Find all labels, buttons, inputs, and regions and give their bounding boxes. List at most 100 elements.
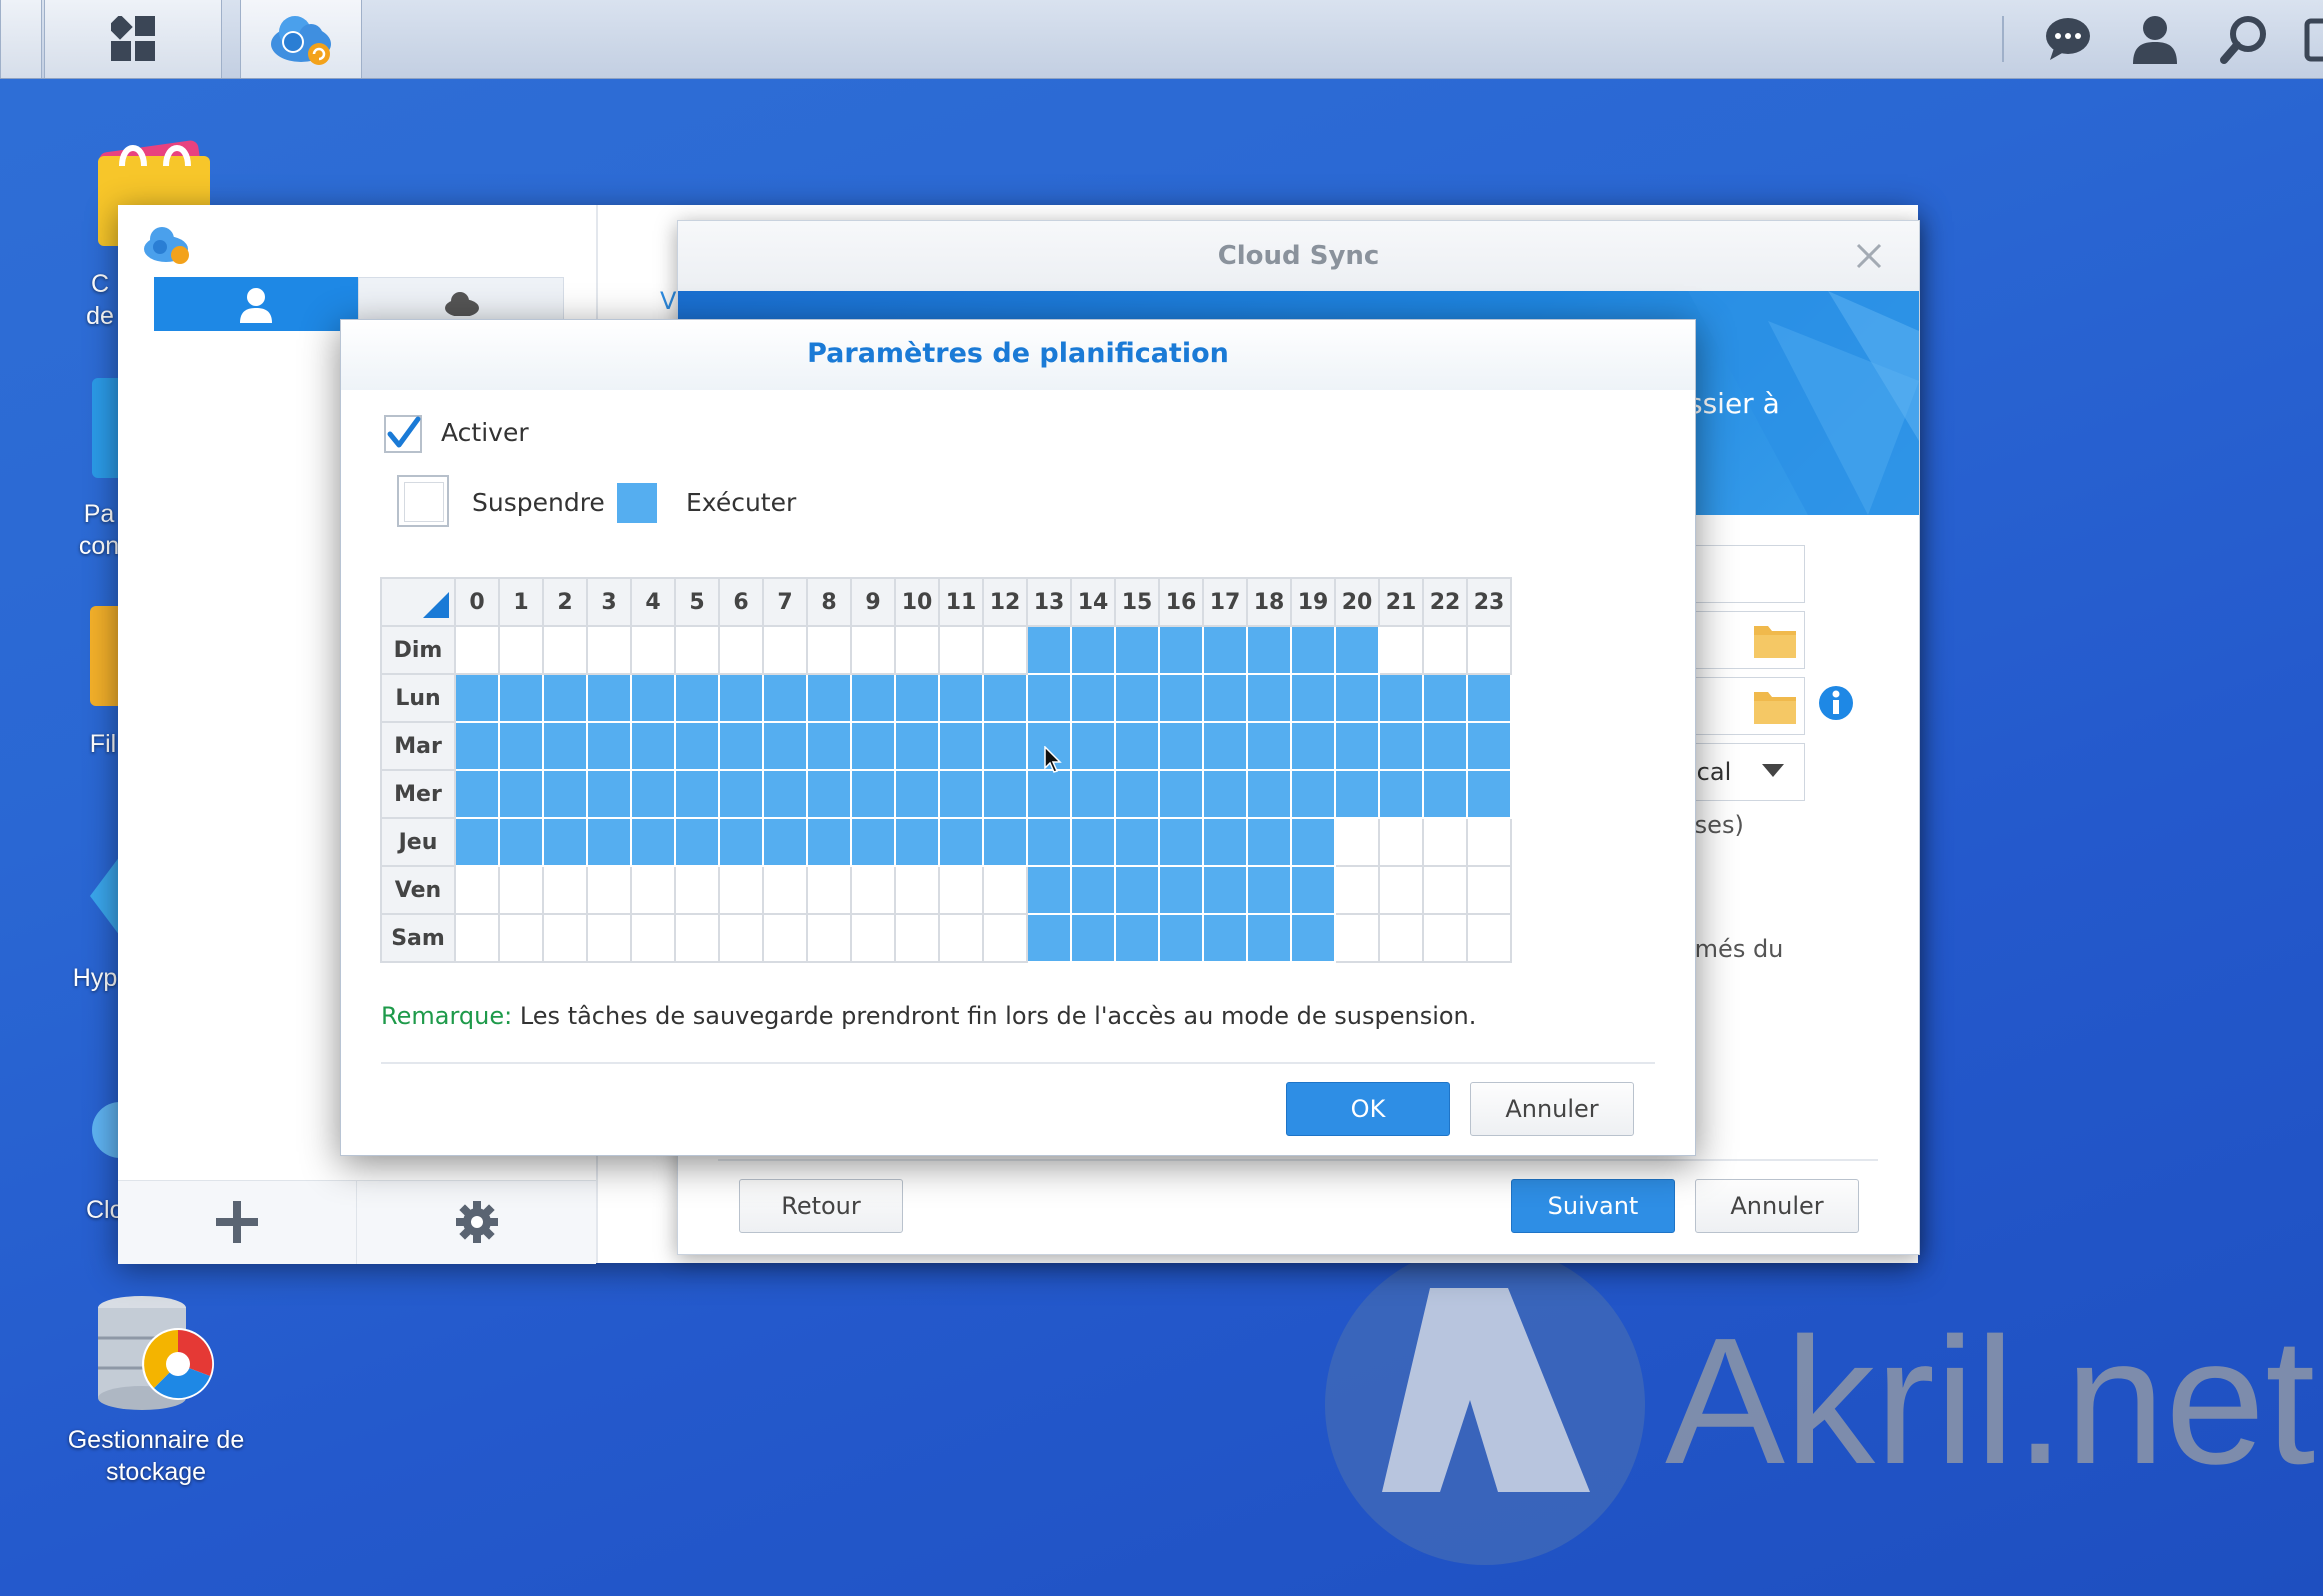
schedule-cell-run[interactable] [1202, 721, 1248, 771]
schedule-cell-run[interactable] [850, 769, 896, 819]
schedule-cell-suspend[interactable] [894, 625, 940, 675]
hour-header[interactable]: 11 [938, 577, 984, 627]
schedule-cell-suspend[interactable] [1466, 817, 1512, 867]
schedule-cell-run[interactable] [894, 769, 940, 819]
schedule-cell-run[interactable] [1290, 769, 1336, 819]
schedule-cell-run[interactable] [454, 673, 500, 723]
schedule-cell-run[interactable] [674, 673, 720, 723]
schedule-cell-run[interactable] [1114, 625, 1160, 675]
widgets-icon[interactable] [2304, 18, 2323, 62]
schedule-cell-run[interactable] [498, 817, 544, 867]
user-icon[interactable] [2130, 14, 2180, 64]
schedule-cell-run[interactable] [938, 817, 984, 867]
schedule-cell-run[interactable] [1158, 817, 1204, 867]
wizard-field-2[interactable] [1678, 611, 1805, 669]
schedule-cell-run[interactable] [1158, 769, 1204, 819]
schedule-cell-suspend[interactable] [806, 865, 852, 915]
schedule-cell-suspend[interactable] [454, 865, 500, 915]
schedule-cell-run[interactable] [1026, 673, 1072, 723]
hour-header[interactable]: 3 [586, 577, 632, 627]
schedule-cell-run[interactable] [762, 673, 808, 723]
schedule-cell-run[interactable] [1158, 913, 1204, 963]
schedule-cell-run[interactable] [1290, 721, 1336, 771]
schedule-cell-run[interactable] [1158, 721, 1204, 771]
hour-header[interactable]: 5 [674, 577, 720, 627]
schedule-cell-run[interactable] [1334, 625, 1380, 675]
schedule-cell-run[interactable] [586, 721, 632, 771]
schedule-cell-run[interactable] [1202, 913, 1248, 963]
back-button[interactable]: Retour [739, 1179, 903, 1233]
schedule-cell-run[interactable] [1026, 865, 1072, 915]
hour-header[interactable]: 23 [1466, 577, 1512, 627]
schedule-cell-run[interactable] [1158, 673, 1204, 723]
schedule-cell-suspend[interactable] [1378, 817, 1424, 867]
schedule-cell-run[interactable] [1246, 625, 1292, 675]
hour-header[interactable]: 20 [1334, 577, 1380, 627]
hour-header[interactable]: 19 [1290, 577, 1336, 627]
schedule-cell-run[interactable] [1422, 769, 1468, 819]
day-header[interactable]: Dim [380, 625, 456, 675]
schedule-cell-run[interactable] [1070, 913, 1116, 963]
schedule-cell-run[interactable] [1158, 865, 1204, 915]
schedule-cell-run[interactable] [1070, 721, 1116, 771]
schedule-cell-run[interactable] [454, 769, 500, 819]
schedule-cell-suspend[interactable] [1466, 913, 1512, 963]
schedule-cell-run[interactable] [630, 769, 676, 819]
grid-corner[interactable] [380, 577, 456, 627]
file-station-icon[interactable] [90, 606, 120, 706]
next-button[interactable]: Suivant [1511, 1179, 1675, 1233]
hour-header[interactable]: 14 [1070, 577, 1116, 627]
schedule-cell-run[interactable] [1070, 625, 1116, 675]
hour-header[interactable]: 15 [1114, 577, 1160, 627]
search-icon[interactable] [2220, 14, 2268, 64]
hour-header[interactable]: 6 [718, 577, 764, 627]
schedule-cell-run[interactable] [894, 817, 940, 867]
schedule-cell-run[interactable] [1290, 865, 1336, 915]
schedule-cell-run[interactable] [1070, 769, 1116, 819]
schedule-cell-run[interactable] [586, 769, 632, 819]
storage-manager-icon[interactable] [92, 1294, 220, 1414]
schedule-cell-run[interactable] [718, 769, 764, 819]
schedule-cell-suspend[interactable] [674, 625, 720, 675]
schedule-cell-run[interactable] [674, 769, 720, 819]
schedule-cell-run[interactable] [542, 817, 588, 867]
schedule-cell-run[interactable] [542, 721, 588, 771]
schedule-cell-run[interactable] [718, 817, 764, 867]
schedule-cell-run[interactable] [1202, 865, 1248, 915]
schedule-cell-suspend[interactable] [454, 625, 500, 675]
schedule-cell-run[interactable] [1290, 673, 1336, 723]
schedule-cell-suspend[interactable] [762, 625, 808, 675]
schedule-cell-run[interactable] [1246, 721, 1292, 771]
schedule-cell-run[interactable] [1246, 865, 1292, 915]
schedule-cell-suspend[interactable] [498, 913, 544, 963]
schedule-cell-suspend[interactable] [542, 865, 588, 915]
schedule-cell-run[interactable] [894, 673, 940, 723]
hour-header[interactable]: 2 [542, 577, 588, 627]
taskbar-cloud-sync-button[interactable] [240, 0, 362, 78]
schedule-cell-run[interactable] [630, 673, 676, 723]
schedule-cell-run[interactable] [1466, 721, 1512, 771]
schedule-cell-suspend[interactable] [542, 625, 588, 675]
schedule-cell-run[interactable] [1114, 865, 1160, 915]
schedule-grid[interactable]: 0 1 2 3 4 5 6 7 8 9 10 11 12 13 14 15 16 17 18 19 20 21 22 23 D… [380, 577, 1512, 963]
schedule-cell-suspend[interactable] [850, 913, 896, 963]
schedule-cell-run[interactable] [1290, 913, 1336, 963]
dialog-cancel-button[interactable]: Annuler [1470, 1082, 1634, 1136]
schedule-cell-run[interactable] [498, 673, 544, 723]
add-icon[interactable] [216, 1201, 258, 1243]
schedule-cell-run[interactable] [1026, 817, 1072, 867]
schedule-cell-suspend[interactable] [1422, 817, 1468, 867]
enable-checkbox[interactable] [384, 415, 422, 453]
hyper-backup-icon[interactable] [90, 846, 120, 946]
main-menu-button[interactable] [44, 0, 222, 78]
schedule-cell-run[interactable] [982, 673, 1028, 723]
schedule-cell-suspend[interactable] [1378, 913, 1424, 963]
schedule-cell-suspend[interactable] [630, 625, 676, 675]
schedule-cell-run[interactable] [938, 769, 984, 819]
schedule-cell-run[interactable] [1466, 673, 1512, 723]
hour-header[interactable]: 0 [454, 577, 500, 627]
schedule-cell-suspend[interactable] [982, 865, 1028, 915]
ok-button[interactable]: OK [1286, 1082, 1450, 1136]
schedule-cell-run[interactable] [762, 817, 808, 867]
schedule-cell-run[interactable] [762, 721, 808, 771]
